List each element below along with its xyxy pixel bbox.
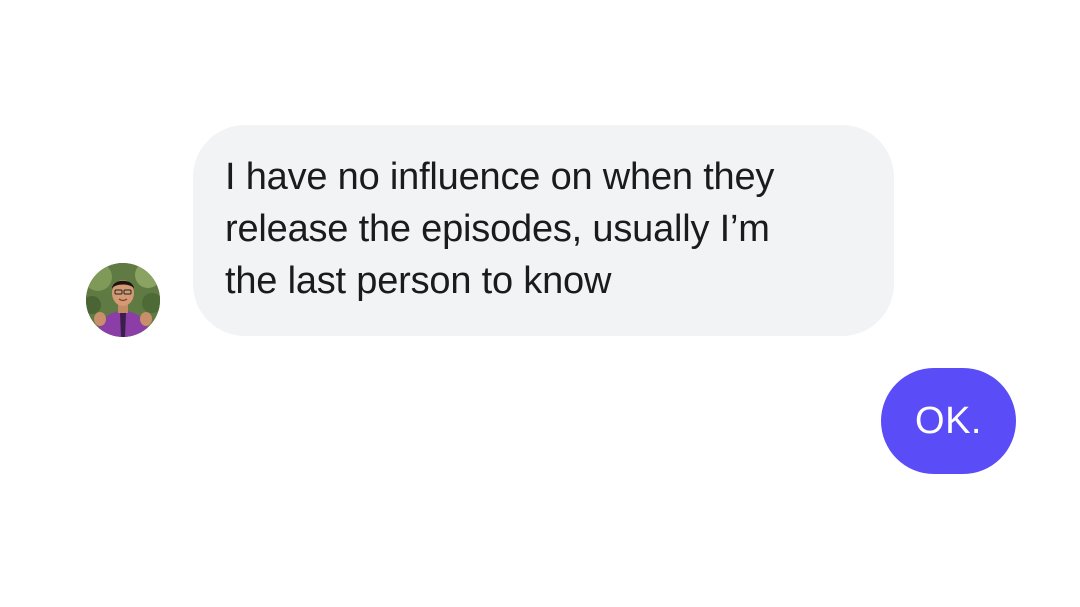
outgoing-message-bubble[interactable]: OK. [881,368,1016,474]
chat-thread: I have no influence on when they release… [0,0,1080,607]
message-line: I have no influence on when they [225,156,775,198]
avatar[interactable] [86,263,160,337]
avatar-photo-icon [86,263,160,337]
incoming-message-bubble[interactable]: I have no influence on when they release… [193,125,894,336]
message-line: the last person to know [225,260,612,302]
message-line: release the episodes, usually I’m [225,208,770,250]
outgoing-message-text: OK. [915,399,982,442]
